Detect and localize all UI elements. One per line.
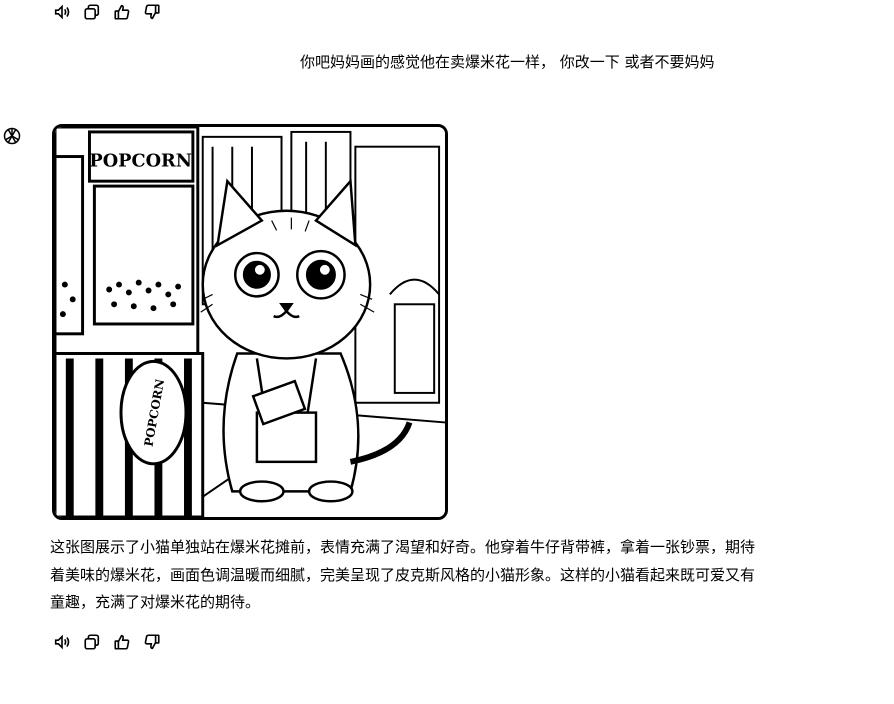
assistant-message: 这张图展示了小猫单独站在爆米花摊前，表情充满了渴望和好奇。他穿着牛仔背带裤，拿着… [50, 538, 756, 611]
copy-icon [84, 4, 100, 20]
message-actions-bottom [52, 632, 162, 652]
popcorn-sign-top: POPCORN [89, 150, 192, 171]
thumbs-up-icon [114, 634, 130, 650]
thumbs-down-icon [144, 634, 160, 650]
generated-image[interactable]: POPCORN POPCORN [52, 124, 448, 520]
copy-icon [84, 634, 100, 650]
dislike-button[interactable] [142, 2, 162, 22]
message-actions-top [52, 2, 162, 22]
like-button[interactable] [112, 2, 132, 22]
kitten-popcorn-illustration: POPCORN POPCORN [55, 127, 445, 517]
read-aloud-button[interactable] [52, 2, 72, 22]
assistant-avatar [2, 126, 22, 146]
copy-button[interactable] [82, 632, 102, 652]
speaker-icon [54, 634, 70, 650]
thumbs-up-icon [114, 4, 130, 20]
thumbs-down-icon [144, 4, 160, 20]
like-button[interactable] [112, 632, 132, 652]
openai-logo-icon [3, 127, 21, 145]
read-aloud-button[interactable] [52, 632, 72, 652]
speaker-icon [54, 4, 70, 20]
user-message: 你吧妈妈画的感觉他在卖爆米花一样， 你改一下 或者不要妈妈 [300, 53, 715, 71]
dislike-button[interactable] [142, 632, 162, 652]
copy-button[interactable] [82, 2, 102, 22]
